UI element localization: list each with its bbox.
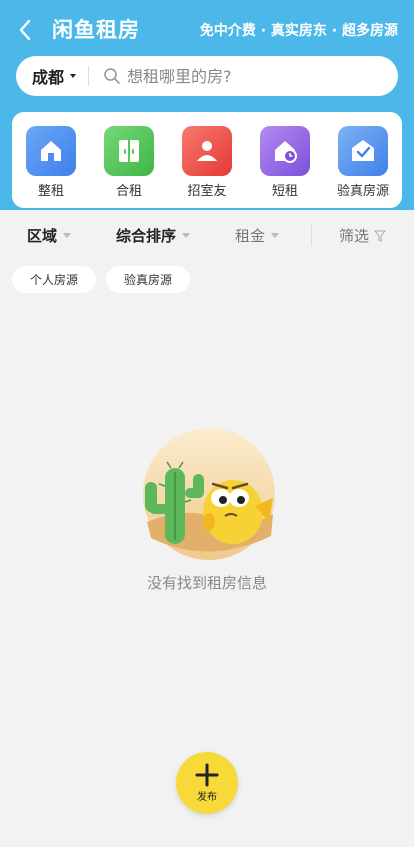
- verified-house-icon: [338, 126, 388, 176]
- top-bar: 闲鱼租房 免中介费 · 真实房东 · 超多房源: [0, 0, 414, 58]
- category-verified-listings[interactable]: 验真房源: [331, 126, 395, 199]
- category-whole-rent[interactable]: 整租: [19, 126, 83, 199]
- filter-sort-label: 综合排序: [116, 227, 177, 245]
- city-selector[interactable]: 成都: [16, 56, 77, 96]
- city-label: 成都: [32, 68, 65, 87]
- slogan: 免中介费 · 真实房东 · 超多房源: [199, 23, 398, 39]
- funnel-icon: [374, 230, 387, 242]
- category-card: 整租 合租 招室友 短租 验真房源: [12, 112, 402, 208]
- filter-screen[interactable]: 筛选: [339, 225, 387, 246]
- category-shared-rent[interactable]: 合租: [97, 126, 161, 199]
- filter-bar: 区域 综合排序 租金 筛选: [0, 216, 414, 254]
- door-icon: [104, 126, 154, 176]
- publish-label: 发布: [197, 792, 217, 803]
- house-icon: [26, 126, 76, 176]
- empty-state-illustration: [143, 428, 275, 560]
- category-label: 合租: [115, 184, 142, 199]
- filter-sort[interactable]: 综合排序: [116, 225, 191, 246]
- category-label: 招室友: [187, 184, 227, 199]
- category-label: 短租: [271, 184, 298, 199]
- chevron-left-icon: [19, 19, 31, 41]
- filter-screen-label: 筛选: [339, 227, 370, 245]
- person-icon: [182, 126, 232, 176]
- filter-rent-label: 租金: [235, 227, 266, 245]
- category-find-roommate[interactable]: 招室友: [175, 126, 239, 199]
- filter-divider: [311, 224, 312, 246]
- plus-icon: [195, 763, 219, 787]
- tag-verified-listings[interactable]: 验真房源: [106, 266, 191, 293]
- empty-message: 没有找到租房信息: [146, 574, 267, 592]
- category-short-rent[interactable]: 短租: [253, 126, 317, 199]
- back-button[interactable]: [12, 16, 38, 44]
- house-clock-icon: [260, 126, 310, 176]
- search-icon: [104, 68, 120, 84]
- chevron-down-icon: [271, 233, 280, 238]
- search-input[interactable]: [127, 66, 358, 86]
- search-divider: [88, 66, 90, 86]
- category-label: 验真房源: [336, 184, 389, 199]
- search-bar: 成都: [16, 56, 398, 96]
- filter-rent[interactable]: 租金: [235, 225, 280, 246]
- caret-down-icon: [70, 74, 77, 78]
- publish-button[interactable]: 发布: [176, 752, 238, 814]
- tag-row: 个人房源 验真房源: [12, 266, 191, 293]
- filter-area[interactable]: 区域: [27, 225, 72, 246]
- filter-area-label: 区域: [27, 227, 58, 245]
- app-title: 闲鱼租房: [52, 18, 140, 42]
- chevron-down-icon: [182, 233, 191, 238]
- tag-personal-listings[interactable]: 个人房源: [12, 266, 97, 293]
- category-label: 整租: [37, 184, 64, 199]
- chevron-down-icon: [63, 233, 72, 238]
